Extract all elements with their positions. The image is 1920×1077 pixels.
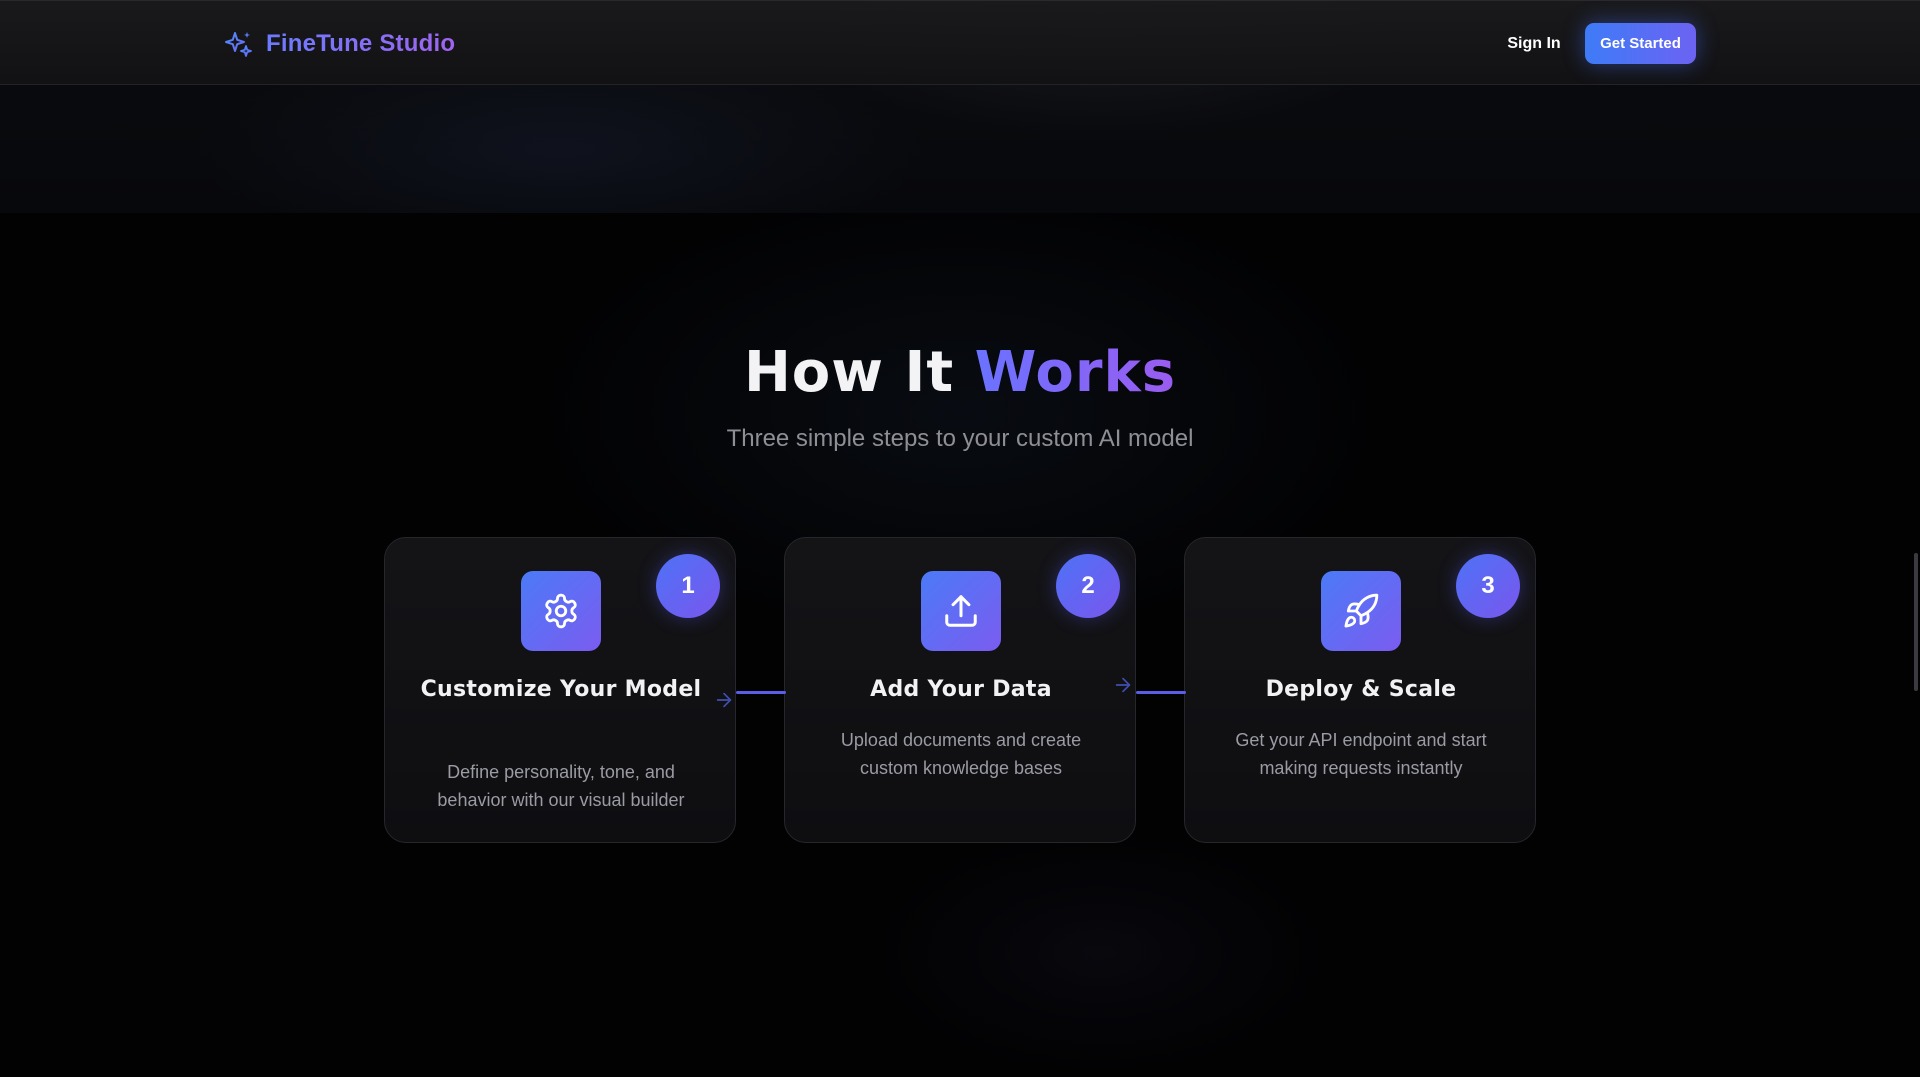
step-icon-tile (521, 571, 601, 651)
page: FineTune Studio Sign In Get Started How … (0, 0, 1920, 1077)
step-title: Customize Your Model (420, 677, 702, 702)
how-it-works-section: How It Works Three simple steps to your … (0, 213, 1920, 1077)
step-card-deploy: 3 Deploy & Scale Get your API endpoint a… (1184, 537, 1536, 843)
section-title: How It Works (0, 340, 1920, 405)
section-title-highlight: Works (974, 340, 1177, 405)
arrow-right-icon (716, 692, 732, 708)
sign-in-link[interactable]: Sign In (1492, 29, 1576, 59)
step-title: Deploy & Scale (1265, 677, 1457, 702)
step-number-badge: 2 (1056, 554, 1120, 618)
step-title: Add Your Data (870, 677, 1052, 702)
step-card-customize: 1 Customize Your Model Define personalit… (384, 537, 736, 843)
step-number-badge: 1 (656, 554, 720, 618)
gear-icon (545, 593, 577, 629)
step-number-badge: 3 (1456, 554, 1520, 618)
scrollbar-thumb[interactable] (1914, 553, 1918, 691)
step-description: Define personality, tone, and behavior w… (437, 762, 685, 810)
brand-logo-link[interactable]: FineTune Studio (224, 27, 455, 61)
section-subtitle: Three simple steps to your custom AI mod… (726, 425, 1194, 452)
step-description: Upload documents and create custom knowl… (840, 730, 1082, 778)
step-connector-line (1136, 691, 1186, 694)
step-icon-tile (921, 571, 1001, 651)
step-description: Get your API endpoint and start making r… (1235, 730, 1487, 778)
sparkles-icon (225, 32, 252, 57)
step-connector-line (736, 691, 786, 694)
upload-icon (945, 595, 977, 627)
get-started-button[interactable]: Get Started (1585, 23, 1696, 64)
navbar: FineTune Studio Sign In Get Started (0, 0, 1920, 85)
arrow-right-icon (1115, 677, 1131, 693)
step-card-add-data: 2 Add Your Data Upload documents and cre… (784, 537, 1136, 843)
step-icon-tile (1321, 571, 1401, 651)
rocket-icon (1344, 593, 1379, 628)
section-title-plain: How It (743, 340, 955, 405)
brand-name: FineTune Studio (266, 30, 456, 57)
